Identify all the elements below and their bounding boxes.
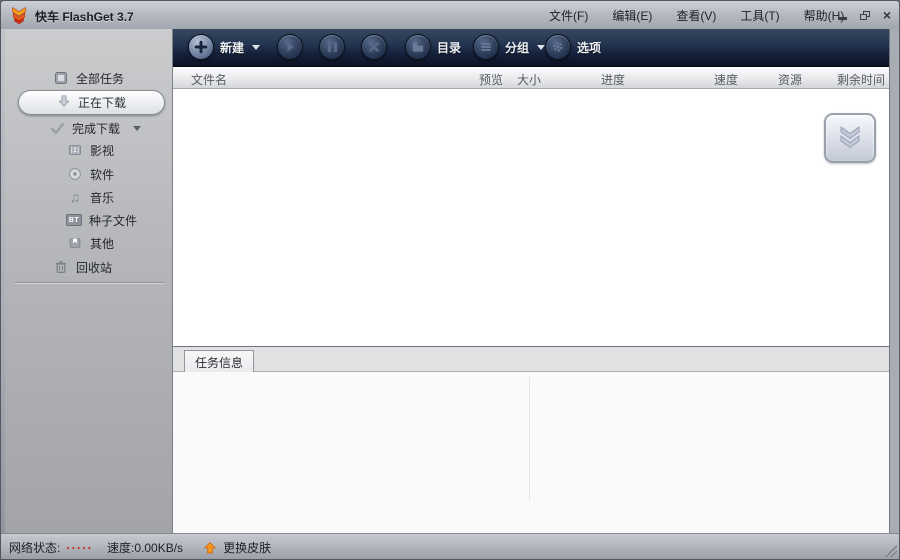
directory-label: 目录 [437,40,462,55]
column-size[interactable]: 大小 [517,71,541,88]
sidebar-item-label: 正在下载 [77,96,126,110]
chevron-down-icon[interactable] [252,44,261,50]
speed-text: 速度:0.00KB/s [107,541,184,555]
list-lines-icon [473,34,499,60]
column-progress[interactable]: 进度 [601,71,625,88]
title-bar[interactable]: 快车 FlashGet 3.7 文件(F) 编辑(E) 查看(V) 工具(T) … [1,1,899,29]
gear-icon [545,34,571,60]
folder-icon [405,34,431,60]
film-icon [67,142,83,158]
task-list-header: 文件名 预览 大小 进度 速度 资源 剩余时间 [173,67,889,89]
start-button[interactable] [277,34,303,60]
directory-button[interactable]: 目录 [405,34,461,60]
status-bar: 网络状态: ..... 速度:0.00KB/s 更换皮肤 [1,533,899,559]
menu-bar: 文件(F) 编辑(E) 查看(V) 工具(T) 帮助(H) [541,1,852,29]
sidebar-item-label: 种子文件 [89,213,138,228]
x-icon [361,34,387,60]
sidebar-item-other[interactable]: 其他 [67,234,114,252]
other-icon [67,235,83,251]
window-right-border [889,29,899,533]
network-status-label: 网络状态: [9,541,61,555]
download-arrow-icon [57,94,71,111]
bt-folder-icon: BT [66,212,82,228]
flashget-logo-icon [12,6,26,25]
sidebar-item-label: 全部任务 [76,71,125,86]
sidebar-item-all-tasks[interactable]: 全部任务 [53,69,124,87]
sidebar-divider [15,282,163,284]
sidebar-item-label: 音乐 [90,190,115,205]
sidebar-item-downloading[interactable]: 正在下载 [18,90,165,115]
check-icon [49,120,65,136]
sidebar-item-movies[interactable]: 影视 [67,141,114,159]
resize-grip[interactable] [885,545,897,557]
trash-icon [53,259,69,275]
category-sidebar: 全部任务 正在下载 完成下载 影视 软件 ♫ 音乐 BT 种子文件 其他 回收站 [5,29,173,559]
chevron-down-icon[interactable] [537,44,546,50]
sidebar-item-music[interactable]: ♫ 音乐 [67,188,114,206]
sidebar-item-recycle-bin[interactable]: 回收站 [53,258,112,276]
group-label: 分组 [505,40,530,55]
delete-button[interactable] [361,34,387,60]
menu-edit[interactable]: 编辑(E) [604,4,660,27]
disc-icon [67,166,83,182]
menu-tools[interactable]: 工具(T) [732,4,787,27]
pause-button[interactable] [319,34,345,60]
flashget-window: 快车 FlashGet 3.7 文件(F) 编辑(E) 查看(V) 工具(T) … [0,0,900,560]
close-icon[interactable]: × [883,8,891,22]
sidebar-item-label: 其他 [90,236,115,251]
new-task-button[interactable]: 新建 [188,34,261,60]
group-button[interactable]: 分组 [473,34,546,60]
minimize-icon[interactable] [837,16,847,20]
plus-icon [188,34,214,60]
sidebar-item-label: 影视 [90,143,115,158]
column-resources[interactable]: 资源 [778,71,802,88]
options-button[interactable]: 选项 [545,34,601,60]
window-title: 快车 FlashGet 3.7 [35,10,134,24]
sidebar-item-label: 完成下载 [72,121,121,136]
chevron-down-icon[interactable] [133,125,142,131]
music-note-icon: ♫ [69,189,81,205]
main-toolbar: 新建 目录 分组 选项 [173,29,889,67]
sidebar-item-completed[interactable]: 完成下载 [49,119,142,137]
column-preview[interactable]: 预览 [479,71,503,88]
column-remaining-time[interactable]: 剩余时间 [837,71,885,88]
restore-icon[interactable] [859,10,870,20]
window-controls: × [837,1,891,29]
task-list-area[interactable] [173,89,889,346]
options-label: 选项 [577,40,602,55]
all-tasks-icon [53,70,69,86]
drop-zone-button[interactable] [824,113,876,163]
bottom-tab-strip: 任务信息 [173,346,889,373]
change-skin-link[interactable]: 更换皮肤 [223,539,271,556]
pause-icon [319,34,345,60]
sidebar-item-software[interactable]: 软件 [67,165,114,183]
column-filename[interactable]: 文件名 [191,71,227,88]
tab-task-info[interactable]: 任务信息 [184,350,254,373]
panel-splitter[interactable] [529,377,530,501]
column-speed[interactable]: 速度 [714,71,738,88]
menu-file[interactable]: 文件(F) [541,4,596,27]
skin-arrow-icon [203,541,217,555]
play-icon [277,34,303,60]
double-down-chevron-icon [840,126,860,149]
sidebar-item-label: 软件 [90,167,115,182]
menu-view[interactable]: 查看(V) [668,4,724,27]
task-info-panel [173,372,889,533]
new-task-label: 新建 [220,40,245,55]
sidebar-item-label: 回收站 [76,260,113,275]
sidebar-item-torrents[interactable]: BT 种子文件 [66,211,137,229]
